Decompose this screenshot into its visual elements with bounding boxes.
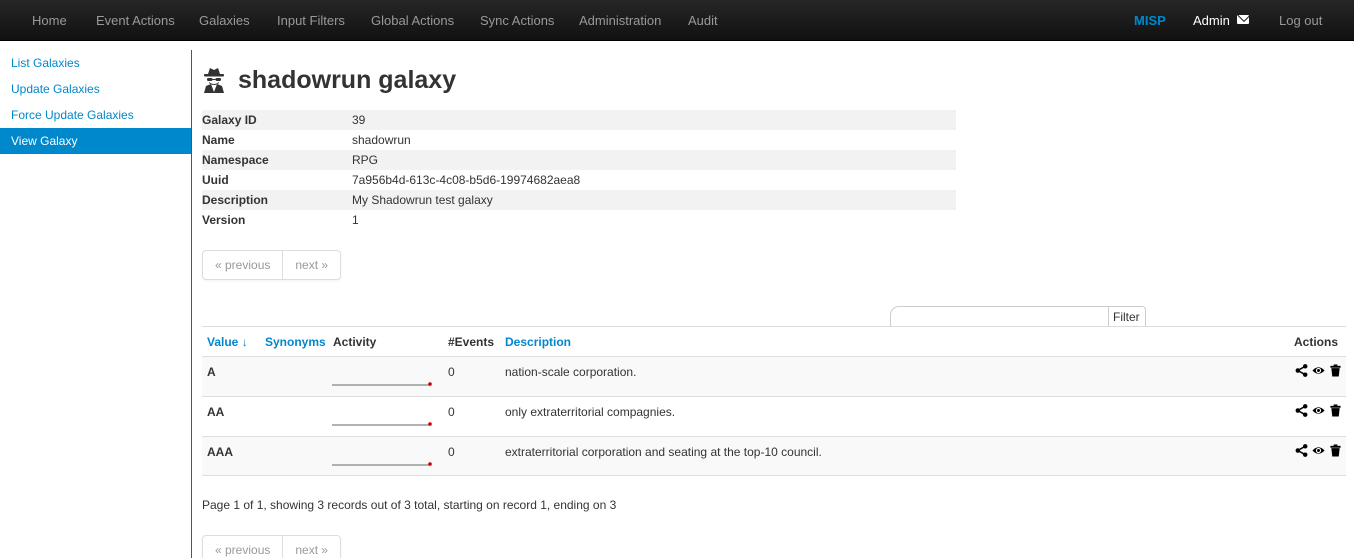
column-header-synonyms[interactable]: Synonyms (265, 335, 326, 349)
detail-key: Uuid (202, 173, 229, 187)
pagination-top: « previous next » (202, 250, 342, 280)
nav-administration[interactable]: Administration (579, 13, 661, 28)
column-header-events: #Events (448, 335, 495, 349)
nav-home[interactable]: Home (32, 13, 67, 28)
cluster-event-count: 0 (448, 445, 455, 459)
nav-sync-actions[interactable]: Sync Actions (480, 13, 554, 28)
cluster-description: extraterritorial corporation and seating… (505, 445, 822, 459)
sidebar-item-view-galaxy[interactable]: View Galaxy (0, 128, 191, 154)
user-secret-icon (204, 68, 224, 93)
nav-audit[interactable]: Audit (688, 13, 718, 28)
filter-button[interactable]: Filter (1108, 307, 1144, 327)
cluster-value[interactable]: AA (207, 405, 224, 419)
table-row: A 0 nation-scale corporation. (202, 356, 1346, 396)
detail-key: Galaxy ID (202, 113, 257, 127)
filter-box: Filter (890, 306, 1146, 327)
cluster-event-count: 0 (448, 405, 455, 419)
cluster-value[interactable]: AAA (207, 445, 233, 459)
share-icon[interactable] (1295, 364, 1308, 377)
column-header-actions: Actions (1294, 335, 1339, 349)
page-title: shadowrun galaxy (238, 66, 457, 94)
cluster-description: nation-scale corporation. (505, 365, 637, 379)
next-page-button[interactable]: next » (282, 251, 340, 279)
sidebar-item-force-update-galaxies[interactable]: Force Update Galaxies (0, 102, 191, 128)
detail-key: Namespace (202, 153, 269, 167)
table-row: AA 0 only extraterritorial compagnies. (202, 396, 1346, 436)
pagination-bottom: « previous next » (202, 535, 342, 558)
clusters-table: Value ↓ Synonyms Activity #Events Descri… (202, 326, 1346, 476)
cluster-event-count: 0 (448, 365, 455, 379)
nav-input-filters[interactable]: Input Filters (277, 13, 345, 28)
detail-row-description: Description My Shadowrun test galaxy (202, 190, 956, 210)
trash-icon[interactable] (1329, 444, 1342, 457)
detail-value: shadowrun (352, 133, 411, 147)
galaxy-details: Galaxy ID 39 Name shadowrun Namespace RP… (202, 110, 956, 230)
trash-icon[interactable] (1329, 364, 1342, 377)
column-header-value[interactable]: Value ↓ (207, 335, 248, 349)
previous-page-button[interactable]: « previous (203, 536, 282, 558)
top-navbar: Home Event Actions Galaxies Input Filter… (0, 0, 1354, 41)
detail-value: 1 (352, 213, 359, 227)
detail-value: 39 (352, 113, 366, 127)
column-header-description[interactable]: Description (505, 335, 571, 349)
previous-page-button[interactable]: « previous (203, 251, 282, 279)
detail-row-uuid: Uuid 7a956b4d-613c-4c08-b5d6-19974682aea… (202, 170, 956, 190)
activity-sparkline (332, 382, 432, 386)
detail-key: Name (202, 133, 235, 147)
detail-value: RPG (352, 153, 379, 167)
cluster-description: only extraterritorial compagnies. (505, 405, 676, 419)
sidebar-item-list-galaxies[interactable]: List Galaxies (0, 50, 191, 76)
next-page-button[interactable]: next » (282, 536, 340, 558)
nav-global-actions[interactable]: Global Actions (371, 13, 454, 28)
share-icon[interactable] (1295, 444, 1308, 457)
detail-row-galaxy-id: Galaxy ID 39 (202, 110, 956, 130)
nav-event-actions[interactable]: Event Actions (96, 13, 175, 28)
table-row: AAA 0 extraterritorial corporation and s… (202, 436, 1346, 476)
column-header-activity: Activity (333, 335, 377, 349)
sidebar: List Galaxies Update Galaxies Force Upda… (0, 50, 191, 154)
envelope-icon[interactable] (1237, 15, 1249, 24)
cluster-value[interactable]: A (207, 365, 216, 379)
view-eye-icon[interactable] (1312, 444, 1325, 457)
view-eye-icon[interactable] (1312, 364, 1325, 377)
filter-input[interactable] (893, 309, 1105, 326)
view-eye-icon[interactable] (1312, 404, 1325, 417)
activity-sparkline (332, 422, 432, 426)
detail-value: My Shadowrun test galaxy (352, 193, 493, 207)
pagination-summary: Page 1 of 1, showing 3 records out of 3 … (202, 498, 617, 512)
nav-user[interactable]: Admin (1193, 13, 1230, 28)
sidebar-divider (191, 50, 192, 558)
nav-galaxies[interactable]: Galaxies (199, 13, 250, 28)
detail-key: Description (202, 193, 269, 207)
nav-logout[interactable]: Log out (1279, 13, 1322, 28)
share-icon[interactable] (1295, 404, 1308, 417)
detail-value: 7a956b4d-613c-4c08-b5d6-19974682aea8 (352, 173, 581, 187)
trash-icon[interactable] (1329, 404, 1342, 417)
detail-row-version: Version 1 (202, 210, 956, 230)
detail-key: Version (202, 213, 246, 227)
brand-logo-text[interactable]: MISP (1134, 13, 1166, 28)
sidebar-item-update-galaxies[interactable]: Update Galaxies (0, 76, 191, 102)
detail-row-namespace: Namespace RPG (202, 150, 956, 170)
activity-sparkline (332, 462, 432, 466)
table-header: Value ↓ Synonyms Activity #Events Descri… (202, 327, 1346, 356)
detail-row-name: Name shadowrun (202, 130, 956, 150)
